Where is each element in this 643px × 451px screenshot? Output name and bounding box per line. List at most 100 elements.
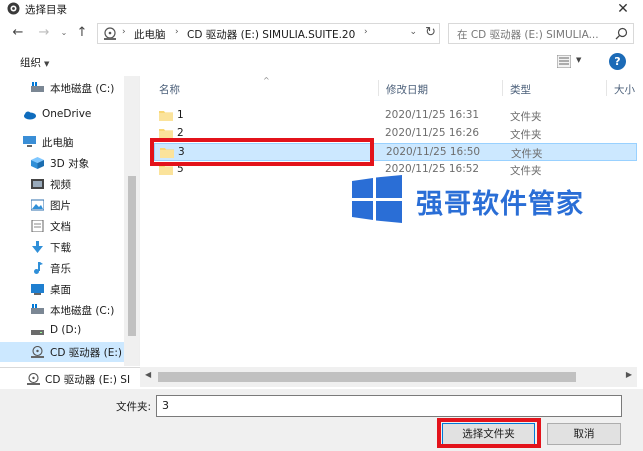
sidebar-item-label: 本地磁盘 (C:) [50, 305, 115, 317]
file-type: 文件夹 [511, 148, 543, 160]
sidebar-item-label: 本地磁盘 (C:) [50, 83, 115, 95]
up-button[interactable]: ↑ [73, 24, 91, 42]
navigation-bar: ← → ⌄ ↑ › 此电脑 › CD 驱动器 (E:) SIMULIA.SUIT… [0, 18, 643, 48]
horizontal-scroll-thumb[interactable] [158, 372, 576, 382]
column-divider[interactable] [502, 80, 503, 96]
column-header-name[interactable]: 名称 [159, 82, 180, 97]
sidebar-item-documents[interactable]: 文档 [0, 216, 124, 236]
computer-icon [23, 136, 36, 147]
sidebar-item-cd-drive-bottom[interactable]: CD 驱动器 (E:) SI [0, 367, 140, 389]
desktop-icon [31, 284, 44, 295]
windows-logo-icon [352, 175, 402, 223]
breadcrumb-this-pc[interactable]: 此电脑 [134, 27, 166, 42]
column-divider[interactable] [606, 80, 607, 96]
drive-icon [31, 330, 44, 335]
sidebar-item-desktop[interactable]: 桌面 [0, 279, 124, 299]
breadcrumb-separator[interactable]: › [122, 27, 126, 37]
sidebar-item-3d-objects[interactable]: 3D 对象 [0, 153, 124, 173]
highlight-box-select-button [437, 418, 541, 448]
back-button[interactable]: ← [9, 24, 27, 42]
window-title: 选择目录 [25, 4, 67, 16]
scroll-right-icon[interactable]: ▶ [626, 370, 632, 379]
refresh-icon[interactable]: ↻ [425, 25, 436, 40]
organize-menu[interactable]: 组织 ▼ [20, 55, 49, 70]
folder-name-input[interactable]: 3 [156, 395, 622, 417]
sidebar-item-label: 下载 [50, 242, 71, 254]
organize-label: 组织 [20, 57, 41, 69]
watermark-text: 强哥软件管家 [416, 189, 584, 220]
sidebar-item-label: 音乐 [50, 263, 71, 275]
sidebar-item-pictures[interactable]: 图片 [0, 195, 124, 215]
file-date: 2020/11/25 16:52 [385, 163, 480, 175]
cd-drive-icon [27, 373, 40, 385]
sidebar-item-videos[interactable]: 视频 [0, 174, 124, 194]
file-date: 2020/11/25 16:50 [386, 146, 481, 158]
sort-ascending-icon: ^ [263, 76, 270, 85]
search-placeholder: 在 CD 驱动器 (E:) SIMULIA... [457, 29, 599, 41]
sidebar-item-label: 视频 [50, 179, 71, 191]
3d-objects-icon [31, 157, 44, 169]
sidebar-item-label: 桌面 [50, 284, 71, 296]
sidebar-item-local-disk-c-2[interactable]: 本地磁盘 (C:) [0, 300, 124, 320]
hard-drive-icon [31, 82, 44, 92]
column-header-date[interactable]: 修改日期 [386, 82, 428, 97]
cloud-icon [24, 111, 36, 120]
help-icon[interactable]: ? [609, 53, 626, 70]
highlight-box-folder-3 [150, 138, 374, 166]
breadcrumb-separator[interactable]: › [364, 27, 368, 37]
search-input[interactable]: 在 CD 驱动器 (E:) SIMULIA... [448, 23, 634, 44]
forward-button[interactable]: → [35, 24, 53, 42]
column-divider[interactable] [378, 80, 379, 96]
scroll-left-icon[interactable]: ◀ [145, 370, 151, 379]
sidebar-item-this-pc[interactable]: 此电脑 [0, 132, 124, 152]
sidebar-item-downloads[interactable]: 下载 [0, 237, 124, 257]
dialog-footer: 文件夹: 3 选择文件夹 取消 [0, 389, 643, 451]
music-icon [34, 262, 43, 274]
file-type: 文件夹 [510, 129, 542, 141]
close-button[interactable]: ✕ [603, 0, 643, 18]
breadcrumb-cd-drive[interactable]: CD 驱动器 (E:) SIMULIA.SUITE.20 [187, 27, 355, 42]
recent-locations-dropdown[interactable]: ⌄ [55, 24, 73, 42]
sidebar-item-label: CD 驱动器 (E:) S [50, 347, 132, 359]
view-options-icon[interactable] [557, 55, 571, 68]
sidebar-scrollbar[interactable] [124, 76, 139, 366]
navigation-pane[interactable]: 本地磁盘 (C:) OneDrive 此电脑 3D 对象 视频 图片 文档 下载… [0, 76, 140, 366]
sidebar-item-label: OneDrive [42, 108, 92, 120]
sidebar-item-onedrive[interactable]: OneDrive [0, 105, 124, 125]
chevron-down-icon: ▼ [44, 60, 50, 68]
sidebar-scroll-thumb[interactable] [128, 176, 136, 336]
cancel-button[interactable]: 取消 [547, 423, 621, 445]
file-date: 2020/11/25 16:31 [385, 109, 480, 121]
folder-icon [159, 111, 173, 121]
file-type: 文件夹 [510, 111, 542, 123]
sidebar-item-cd-drive-e[interactable]: CD 驱动器 (E:) S [0, 342, 132, 362]
column-header-size[interactable]: 大小 [614, 82, 635, 97]
title-bar: 选择目录 ✕ [0, 0, 643, 18]
sidebar-item-drive-d[interactable]: D (D:) [0, 321, 124, 341]
picture-icon [31, 199, 44, 211]
command-bar: 组织 ▼ ▼ ? [0, 48, 643, 76]
sidebar-item-label: 文档 [50, 221, 71, 233]
sidebar-item-label: CD 驱动器 (E:) SI [45, 374, 131, 386]
cd-drive-icon [31, 346, 44, 358]
address-dropdown-icon[interactable]: ⌄ [409, 27, 417, 37]
search-icon [615, 27, 628, 40]
horizontal-scrollbar[interactable]: ◀ ▶ [140, 367, 637, 387]
app-icon [7, 2, 20, 15]
sidebar-item-music[interactable]: 音乐 [0, 258, 124, 278]
sidebar-item-label: 图片 [50, 200, 71, 212]
document-icon [31, 220, 44, 232]
sidebar-item-label: D (D:) [50, 324, 82, 336]
view-dropdown-icon[interactable]: ▼ [576, 56, 581, 64]
download-icon [32, 241, 43, 253]
hard-drive-icon [31, 304, 44, 314]
watermark: 强哥软件管家 [352, 175, 592, 225]
address-bar[interactable]: › 此电脑 › CD 驱动器 (E:) SIMULIA.SUITE.20 › ⌄… [97, 23, 440, 44]
video-icon [31, 179, 44, 189]
sidebar-item-local-disk-c[interactable]: 本地磁盘 (C:) [0, 78, 124, 98]
sidebar-item-label: 3D 对象 [50, 158, 90, 170]
column-header-type[interactable]: 类型 [510, 82, 531, 97]
file-row-1[interactable]: 1 2020/11/25 16:31 文件夹 [154, 107, 637, 125]
breadcrumb-separator[interactable]: › [175, 27, 179, 37]
sidebar-item-label: 此电脑 [42, 137, 74, 149]
